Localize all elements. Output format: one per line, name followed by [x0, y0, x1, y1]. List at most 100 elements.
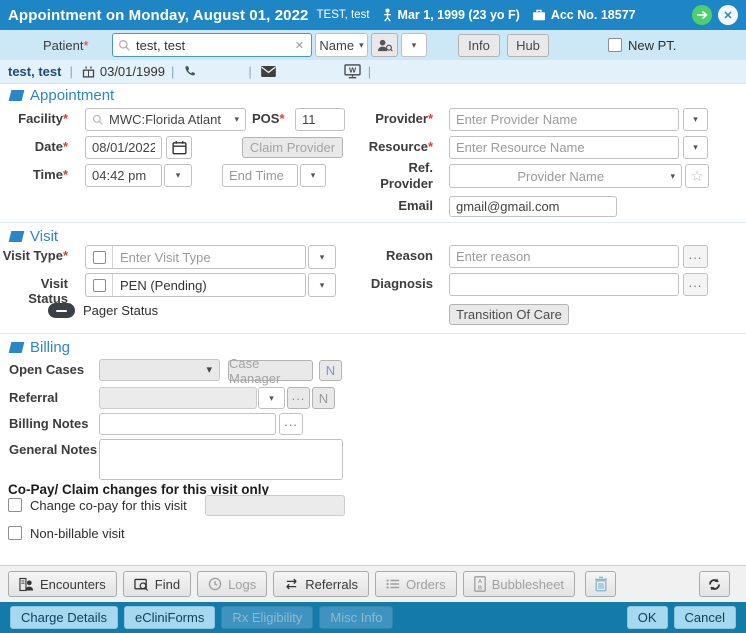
- pager-status-toggle[interactable]: [48, 303, 75, 318]
- end-time-input[interactable]: [222, 164, 298, 187]
- billing-notes-browse-button[interactable]: ...: [279, 413, 303, 435]
- end-time-dropdown-button[interactable]: ▾: [300, 164, 326, 187]
- chevron-down-icon: ▾: [320, 281, 325, 290]
- appointment-window: Appointment on Monday, August 01, 2022 T…: [0, 0, 746, 633]
- tab-ecliniforms[interactable]: eCliniForms: [124, 606, 215, 629]
- separator: |: [171, 64, 174, 79]
- forward-button[interactable]: [692, 5, 712, 25]
- general-notes-textarea[interactable]: [99, 439, 343, 480]
- pos-input[interactable]: [295, 108, 345, 131]
- patient-search-input[interactable]: [136, 38, 293, 53]
- find-button[interactable]: Find: [123, 571, 191, 597]
- favorite-provider-button[interactable]: ☆: [685, 164, 709, 188]
- trash-icon: [594, 576, 608, 592]
- visit-status-group: [85, 273, 306, 297]
- visit-type-checkbox[interactable]: [93, 251, 106, 264]
- encounters-button[interactable]: Encounters: [8, 571, 117, 597]
- separator: |: [248, 64, 251, 79]
- ok-button[interactable]: OK: [627, 606, 668, 629]
- web-enabled-icon[interactable]: W: [344, 64, 361, 79]
- close-button[interactable]: ✕: [718, 5, 738, 25]
- tab-charge-details[interactable]: Charge Details: [10, 606, 118, 629]
- patient-demographics-bar: test, test | 03/01/1999 | | W |: [0, 60, 746, 84]
- hub-button[interactable]: Hub: [507, 34, 549, 57]
- chevron-down-icon: ▾: [693, 115, 698, 124]
- ellipsis-icon: ...: [689, 247, 703, 262]
- bubblesheet-button[interactable]: AB Bubblesheet: [463, 571, 575, 597]
- phone-icon[interactable]: [183, 65, 196, 78]
- delete-appointment-button[interactable]: [585, 571, 616, 597]
- chevron-down-icon: ▾: [206, 365, 212, 376]
- diagnosis-browse-button[interactable]: ...: [683, 273, 708, 296]
- email-label: Email: [341, 198, 433, 213]
- calendar-icon: [172, 140, 187, 155]
- reason-input[interactable]: [449, 245, 679, 268]
- refresh-icon: [707, 577, 722, 592]
- chevron-down-icon: ▾: [311, 171, 316, 180]
- demographics-dob: 03/01/1999: [100, 64, 165, 79]
- section-divider: [0, 222, 746, 223]
- tab-rx-eligibility[interactable]: Rx Eligibility: [221, 606, 313, 629]
- provider-label: Provider*: [341, 111, 433, 126]
- diagnosis-input[interactable]: [449, 273, 679, 296]
- time-dropdown-button[interactable]: ▾: [164, 164, 192, 187]
- transition-of-care-button[interactable]: Transition Of Care: [449, 304, 569, 325]
- encounters-icon: [19, 577, 34, 592]
- patient-options-dropdown[interactable]: ▾: [401, 33, 427, 57]
- case-manager-notes-button[interactable]: N: [319, 360, 342, 381]
- new-pt-checkbox[interactable]: [608, 38, 622, 52]
- orders-button[interactable]: Orders: [375, 571, 457, 597]
- new-pt-label: New PT.: [628, 38, 676, 53]
- billing-notes-input[interactable]: [99, 413, 276, 435]
- clear-search-icon[interactable]: ✕: [293, 39, 306, 52]
- cancel-button[interactable]: Cancel: [674, 606, 736, 629]
- open-cases-select[interactable]: ▾: [99, 359, 220, 381]
- patient-lookup-button[interactable]: [371, 33, 398, 57]
- visit-type-dropdown-button[interactable]: ▾: [308, 245, 336, 269]
- visit-status-dropdown-button[interactable]: ▾: [308, 273, 336, 297]
- search-icon: [92, 114, 104, 126]
- info-button[interactable]: Info: [458, 34, 500, 57]
- time-input[interactable]: [85, 164, 162, 187]
- referral-browse-button[interactable]: ...: [287, 387, 310, 409]
- chevron-down-icon: ▾: [693, 143, 698, 152]
- visit-type-input[interactable]: [113, 250, 305, 265]
- non-billable-checkbox[interactable]: [8, 526, 22, 540]
- visit-status-input[interactable]: [113, 278, 305, 293]
- refresh-button[interactable]: [699, 571, 730, 597]
- ref-provider-combo[interactable]: Provider Name ▾: [449, 164, 682, 188]
- resource-dropdown-button[interactable]: ▾: [683, 136, 708, 159]
- chevron-down-icon: ▾: [320, 253, 325, 262]
- resource-input[interactable]: [449, 136, 679, 159]
- search-by-name-dropdown[interactable]: Name ▾: [315, 33, 368, 57]
- change-copay-checkbox[interactable]: [8, 498, 22, 512]
- section-flag-icon: [9, 342, 25, 353]
- facility-value: MWC:Florida Atlant: [109, 112, 221, 127]
- copay-amount-input: [205, 495, 345, 516]
- svg-text:A: A: [478, 579, 482, 585]
- appointment-section-header: Appointment: [10, 87, 114, 104]
- minus-icon: [56, 310, 67, 312]
- provider-input[interactable]: [449, 108, 679, 131]
- referral-notes-button[interactable]: N: [312, 387, 335, 409]
- provider-dropdown-button[interactable]: ▾: [683, 108, 708, 131]
- email-icon[interactable]: [261, 66, 276, 77]
- date-input[interactable]: [85, 136, 162, 159]
- reason-label: Reason: [341, 248, 433, 263]
- referral-dropdown-button[interactable]: ▾: [258, 387, 285, 409]
- visit-status-checkbox[interactable]: [93, 279, 106, 292]
- ellipsis-icon: ...: [689, 275, 703, 290]
- calendar-button[interactable]: [166, 136, 192, 159]
- window-title: Appointment on Monday, August 01, 2022: [8, 7, 309, 24]
- facility-combo[interactable]: MWC:Florida Atlant ▾: [85, 108, 246, 131]
- email-input[interactable]: [449, 196, 617, 217]
- referrals-button[interactable]: Referrals: [273, 571, 369, 597]
- open-cases-label: Open Cases: [9, 362, 84, 377]
- case-manager-button[interactable]: Case Manager: [228, 360, 313, 381]
- reason-browse-button[interactable]: ...: [683, 245, 708, 268]
- tab-misc-info[interactable]: Misc Info: [319, 606, 393, 629]
- claim-provider-button[interactable]: Claim Provider: [242, 137, 343, 158]
- bottom-tab-bar: Charge Details eCliniForms Rx Eligibilit…: [0, 602, 746, 633]
- titlebar-acc-no: Acc No. 18577: [551, 8, 636, 22]
- logs-button[interactable]: Logs: [197, 571, 267, 597]
